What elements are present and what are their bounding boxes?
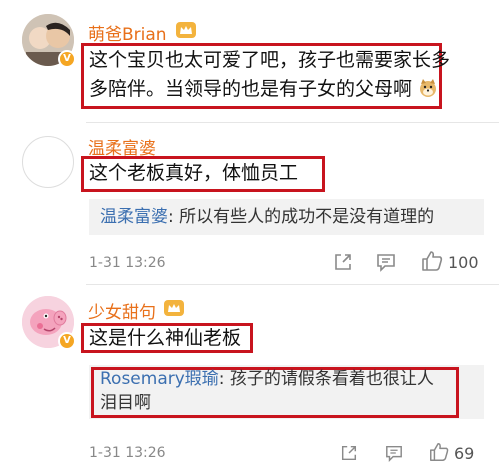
reply-text: : 所以有些人的成功不是没有道理的	[168, 207, 435, 227]
comment-icon	[386, 445, 402, 462]
divider	[86, 284, 499, 285]
reply-author[interactable]: 温柔富婆	[100, 207, 168, 227]
reply-preview-text: Rosemary瑕瑜: 孩子的请假条看着也很让人	[100, 368, 434, 390]
comment-text: 这个老板真好，体恤员工	[89, 162, 299, 184]
comment-text: 多陪伴。当领导的也是有子女的父母啊	[89, 75, 438, 103]
username[interactable]: 少女甜句	[88, 298, 156, 323]
verified-icon: V	[58, 50, 76, 68]
share-icon	[341, 445, 357, 461]
timestamp: 1-31 13:26	[89, 445, 166, 461]
comment-button[interactable]	[376, 252, 396, 272]
timestamp: 1-31 13:26	[89, 255, 166, 271]
share-button[interactable]	[333, 252, 353, 272]
like-icon	[422, 251, 443, 271]
share-button[interactable]	[340, 444, 358, 462]
like-button[interactable]	[420, 249, 444, 273]
comment-text: 这是什么神仙老板	[89, 327, 242, 349]
like-count: 100	[448, 253, 479, 272]
comment-text-line: 多陪伴。当领导的也是有子女的父母啊	[89, 78, 413, 100]
like-icon	[430, 443, 449, 461]
comment-button[interactable]	[385, 444, 403, 462]
avatar[interactable]	[22, 136, 74, 188]
crown-icon	[164, 300, 184, 316]
comment-text: 这个宝贝也太可爱了吧，孩子也需要家长多	[89, 49, 451, 71]
reply-preview-text: 泪目啊	[100, 392, 151, 414]
comment-icon	[377, 254, 395, 272]
like-count: 69	[454, 444, 475, 463]
reply-text: : 孩子的请假条看着也很让人	[218, 369, 434, 389]
doge-emoji	[420, 79, 437, 97]
reply-text: 泪目啊	[100, 393, 151, 413]
reply-preview-text: 温柔富婆: 所以有些人的成功不是没有道理的	[100, 203, 434, 231]
share-icon	[335, 254, 351, 270]
like-button[interactable]	[428, 441, 450, 463]
crown-icon	[176, 22, 196, 38]
reply-author[interactable]: Rosemary瑕瑜	[100, 369, 219, 389]
verified-icon: V	[58, 332, 76, 350]
divider	[86, 122, 499, 123]
username[interactable]: 萌爸Brian	[88, 20, 167, 45]
